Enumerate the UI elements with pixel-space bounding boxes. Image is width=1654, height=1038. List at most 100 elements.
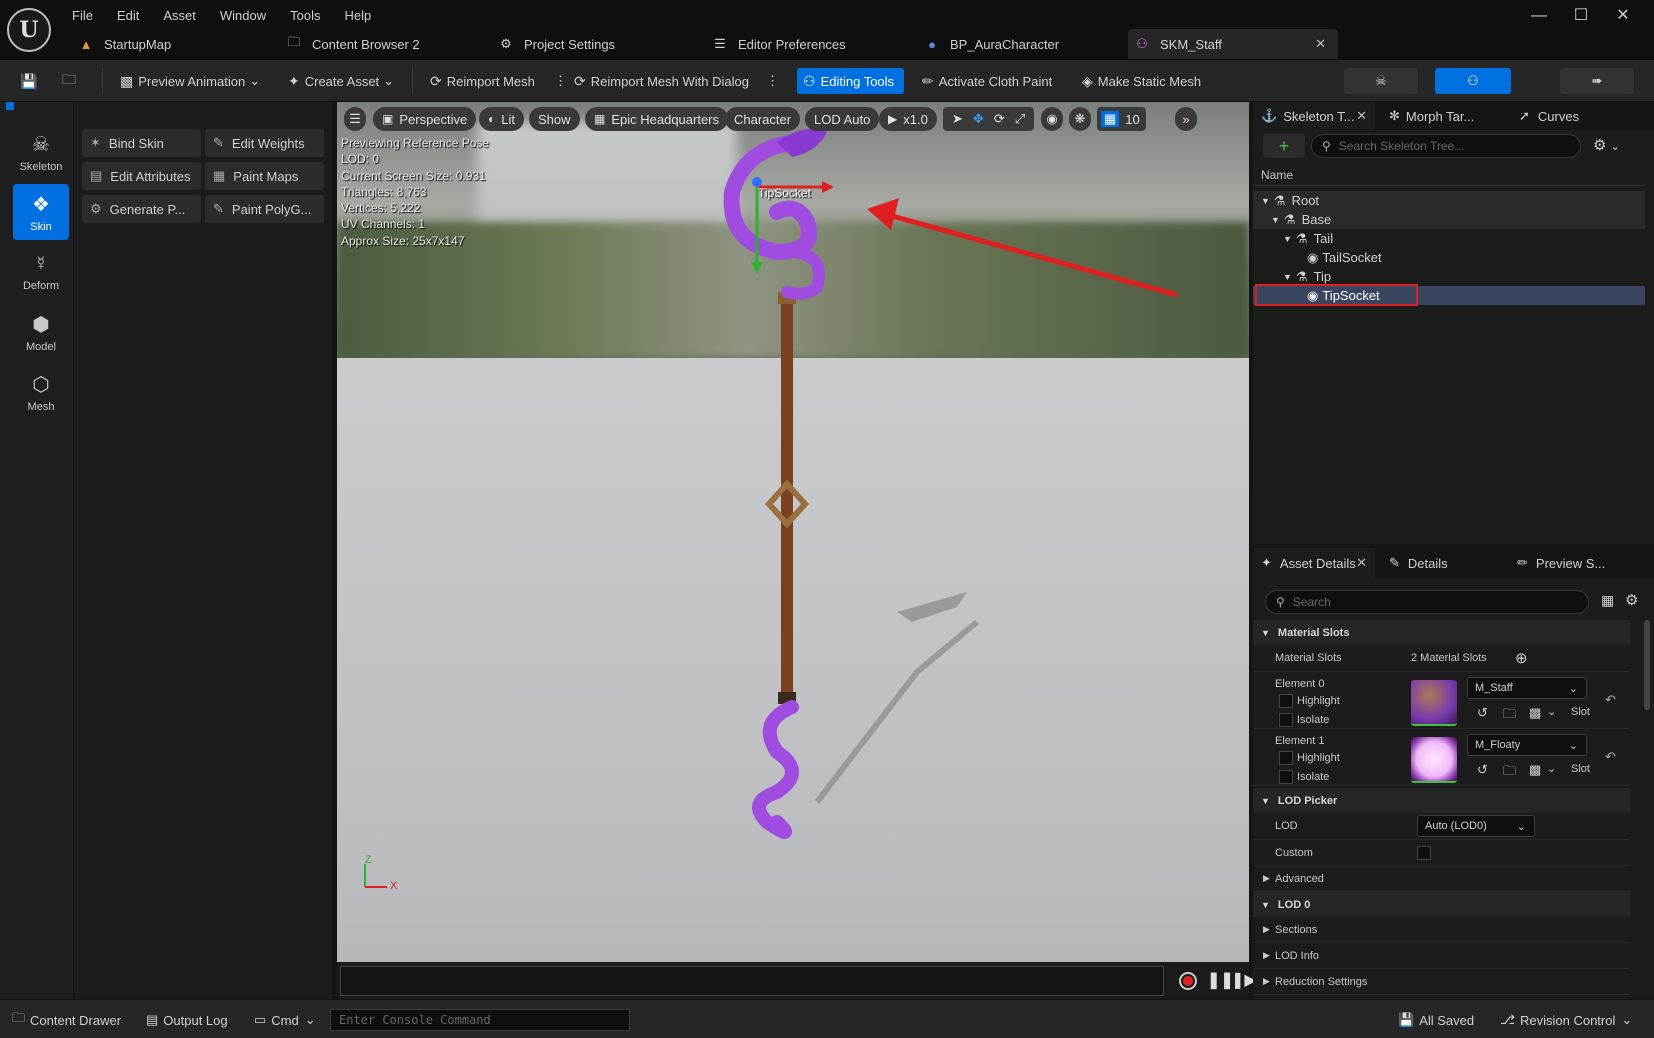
- show-button[interactable]: Show: [529, 107, 580, 131]
- generate-button[interactable]: ⚙ Generate P...: [82, 195, 201, 223]
- environment-button[interactable]: ▦ Epic Headquarters: [585, 107, 729, 131]
- details-search-input[interactable]: ⚲ Search: [1265, 590, 1589, 614]
- animation-mode-button[interactable]: ➠: [1560, 68, 1634, 94]
- material-select[interactable]: M_Staff ⌄: [1467, 677, 1587, 699]
- maximize-icon[interactable]: ☐: [1560, 5, 1602, 25]
- browse-button[interactable]: 🗀: [56, 68, 90, 94]
- all-saved-button[interactable]: 💾 All Saved: [1398, 1009, 1474, 1031]
- viewport-menu-button[interactable]: ☰: [344, 107, 366, 131]
- close-window-icon[interactable]: ✕: [1602, 5, 1644, 25]
- cmd-button[interactable]: ▭ Cmd ⌄: [254, 1009, 316, 1031]
- chevron-down-icon[interactable]: ⌄: [1547, 762, 1556, 775]
- browse-icon[interactable]: 🗀: [1503, 705, 1516, 727]
- bind-skin-button[interactable]: ✶ Bind Skin: [82, 129, 201, 157]
- lod-info-row[interactable]: ▶ LOD Info: [1253, 943, 1630, 969]
- tab-project-settings[interactable]: ⚙ Project Settings: [492, 29, 682, 59]
- chevron-down-icon[interactable]: ⌄: [1547, 705, 1556, 718]
- lod-select[interactable]: Auto (LOD0) ⌄: [1417, 815, 1535, 837]
- world-space-button[interactable]: ◉: [1041, 107, 1063, 131]
- section-material-slots[interactable]: ▼ Material Slots: [1253, 620, 1630, 645]
- highlight-checkbox[interactable]: [1279, 751, 1293, 765]
- viewport-expand-button[interactable]: »: [1175, 107, 1197, 131]
- reset-icon[interactable]: ↶: [1605, 692, 1616, 708]
- custom-checkbox[interactable]: [1417, 846, 1431, 860]
- more-options-icon[interactable]: ⋮: [760, 68, 785, 94]
- material-thumbnail[interactable]: [1411, 737, 1457, 783]
- paint-polygroups-button[interactable]: ✎ Paint PolyG...: [205, 195, 324, 223]
- menu-help[interactable]: Help: [344, 8, 371, 23]
- create-asset-button[interactable]: ✦ Create Asset ⌄: [282, 68, 400, 94]
- material-select[interactable]: M_Floaty ⌄: [1467, 734, 1587, 756]
- gear-icon[interactable]: ⚙: [1625, 591, 1638, 609]
- close-tab-icon[interactable]: ✕: [1356, 555, 1367, 571]
- menu-window[interactable]: Window: [220, 8, 266, 23]
- checker-icon[interactable]: ▩: [1529, 705, 1541, 721]
- menu-tools[interactable]: Tools: [290, 8, 320, 23]
- tab-curves[interactable]: ➚ Curves: [1511, 102, 1631, 130]
- mode-skin[interactable]: ❖ Skin: [13, 184, 69, 240]
- editing-tools-button[interactable]: ⚇ Editing Tools: [797, 68, 904, 94]
- scrollbar[interactable]: [1644, 620, 1650, 710]
- tab-preview-scene[interactable]: ✏ Preview S...: [1509, 548, 1649, 578]
- lit-button[interactable]: ◐ Lit: [479, 107, 524, 131]
- tab-morph-targets[interactable]: ✻ Morph Tar...: [1381, 102, 1501, 130]
- highlight-checkbox[interactable]: [1279, 694, 1293, 708]
- translate-icon[interactable]: ✥: [968, 111, 989, 127]
- mode-mesh[interactable]: ⬡ Mesh: [13, 364, 69, 420]
- close-tab-icon[interactable]: ✕: [1356, 108, 1367, 124]
- tab-content-browser[interactable]: 🗀 Content Browser 2: [280, 29, 470, 59]
- edit-weights-button[interactable]: ✎ Edit Weights: [205, 129, 324, 157]
- playback-speed-button[interactable]: ▶ x1.0: [879, 107, 937, 131]
- tab-details[interactable]: ✎ Details: [1381, 548, 1501, 578]
- menu-edit[interactable]: Edit: [117, 8, 139, 23]
- isolate-checkbox[interactable]: [1279, 770, 1293, 784]
- tab-skeleton-tree[interactable]: ⚓ Skeleton T... ✕: [1253, 102, 1375, 130]
- close-tab-icon[interactable]: ✕: [1315, 36, 1326, 52]
- scale-icon[interactable]: ⤢: [1010, 111, 1030, 127]
- rotate-icon[interactable]: ⟳: [989, 111, 1010, 127]
- record-button[interactable]: [1179, 972, 1197, 990]
- tree-row-base[interactable]: ▼ ⚗ Base: [1253, 210, 1645, 229]
- preview-animation-button[interactable]: ▩ Preview Animation ⌄: [114, 68, 266, 94]
- reimport-mesh-button[interactable]: ⟳ Reimport Mesh: [424, 68, 541, 94]
- pause-button[interactable]: ❚❚: [1207, 970, 1234, 990]
- settings-button[interactable]: ⚙ ⌄: [1593, 136, 1620, 154]
- section-lod-picker[interactable]: ▼ LOD Picker: [1253, 788, 1630, 813]
- revision-control-button[interactable]: ⎇ Revision Control ⌄: [1500, 1009, 1632, 1031]
- lod-button[interactable]: LOD Auto: [805, 107, 880, 131]
- sections-row[interactable]: ▶ Sections: [1253, 917, 1630, 943]
- make-static-mesh-button[interactable]: ◈ Make Static Mesh: [1076, 68, 1207, 94]
- perspective-button[interactable]: ▣ Perspective: [373, 107, 477, 131]
- reduction-row[interactable]: ▶ Reduction Settings: [1253, 969, 1630, 995]
- menu-asset[interactable]: Asset: [163, 8, 196, 23]
- edit-attributes-button[interactable]: ▤ Edit Attributes: [82, 162, 201, 190]
- tab-skm-staff[interactable]: ⚇ SKM_Staff ✕: [1128, 29, 1338, 59]
- minimize-icon[interactable]: —: [1518, 7, 1560, 25]
- material-thumbnail[interactable]: [1411, 680, 1457, 726]
- grid-snap-button[interactable]: ▦ 10: [1097, 107, 1146, 131]
- reset-icon[interactable]: ↶: [1605, 749, 1616, 765]
- tab-startupmap[interactable]: ▲ StartupMap: [72, 29, 262, 59]
- surface-snap-button[interactable]: ❋: [1069, 107, 1091, 131]
- mode-skeleton[interactable]: ☠ Skeleton: [13, 124, 69, 180]
- tree-row-root[interactable]: ▼ ⚗ Root: [1253, 191, 1645, 210]
- viewport[interactable]: TipSocket Z X ☰ ▣ Perspective ◐ Lit Show ▦…: [337, 102, 1249, 962]
- use-asset-icon[interactable]: ↺: [1477, 762, 1488, 778]
- tab-asset-details[interactable]: ✦ Asset Details ✕: [1253, 548, 1375, 578]
- table-view-icon[interactable]: ▦: [1601, 592, 1614, 609]
- save-button[interactable]: 💾: [14, 68, 44, 94]
- content-drawer-button[interactable]: 🗀 Content Drawer: [12, 1009, 121, 1031]
- character-button[interactable]: Character: [725, 107, 801, 131]
- reimport-dialog-button[interactable]: ⟳ Reimport Mesh With Dialog: [568, 68, 755, 94]
- advanced-row[interactable]: ▶ Advanced: [1253, 866, 1630, 892]
- add-socket-button[interactable]: +: [1263, 134, 1305, 158]
- console-input[interactable]: Enter Console Command: [330, 1009, 630, 1031]
- menu-file[interactable]: File: [72, 8, 93, 23]
- mode-deform[interactable]: ☿ Deform: [13, 244, 69, 300]
- tree-row-tailsocket[interactable]: ◉ TailSocket: [1253, 248, 1645, 267]
- paint-maps-button[interactable]: ▦ Paint Maps: [205, 162, 324, 190]
- section-lod0[interactable]: ▼ LOD 0: [1253, 892, 1630, 917]
- checker-icon[interactable]: ▩: [1529, 762, 1541, 778]
- skeleton-search-input[interactable]: ⚲ Search Skeleton Tree...: [1311, 134, 1581, 158]
- output-log-button[interactable]: ▤ Output Log: [146, 1009, 228, 1031]
